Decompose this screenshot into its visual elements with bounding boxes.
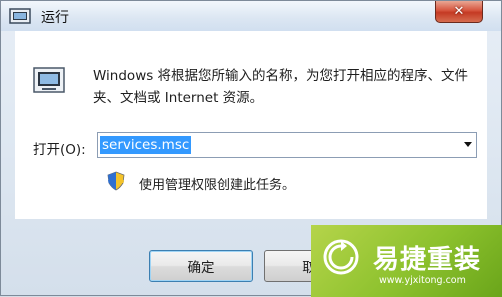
run-dialog: 运行 ✕ Windows 将根据您所输入的名称，为您打开相应的程序、文件夹、文档… [0, 0, 502, 297]
run-program-icon [33, 67, 65, 93]
command-input[interactable]: services.msc [100, 136, 192, 154]
close-button[interactable]: ✕ [435, 1, 483, 23]
watermark-brand: 易捷重装 [373, 245, 482, 275]
refresh-circle-icon [323, 239, 359, 275]
dialog-description: Windows 将根据您所输入的名称，为您打开相应的程序、文件夹、文档或 Int… [93, 68, 469, 106]
title-bar[interactable]: 运行 ✕ [1, 1, 501, 31]
run-window-icon [9, 8, 31, 24]
dialog-body: Windows 将根据您所输入的名称，为您打开相应的程序、文件夹、文档或 Int… [15, 31, 487, 219]
uac-shield-icon [107, 171, 125, 191]
window-title: 运行 [41, 10, 69, 26]
watermark-logo: 易捷重装 www.yjxitong.com [311, 225, 502, 297]
open-combobox[interactable]: services.msc [97, 132, 477, 158]
ok-button[interactable]: 确定 [149, 250, 253, 282]
chevron-down-icon[interactable] [464, 142, 472, 147]
close-icon: ✕ [453, 4, 465, 19]
admin-note: 使用管理权限创建此任务。 [139, 178, 296, 193]
watermark-url: www.yjxitong.com [379, 275, 466, 286]
open-label: 打开(O): [33, 142, 86, 158]
